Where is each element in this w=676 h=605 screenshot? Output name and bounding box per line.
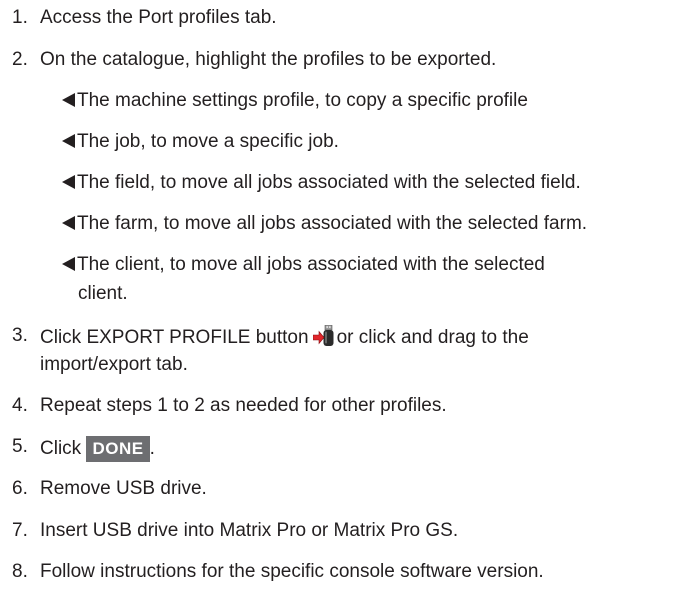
step-text-period: . — [149, 438, 155, 459]
step-text: Follow instructions for the specific con… — [40, 561, 544, 582]
sub-item-text: The client, to move all jobs associated … — [77, 254, 545, 275]
instruction-document: 1. Access the Port profiles tab. 2. On t… — [0, 0, 676, 605]
step-number: 8. — [12, 561, 28, 582]
left-arrow-icon — [62, 216, 75, 230]
step-number: 5. — [12, 436, 28, 457]
left-arrow-icon — [62, 93, 75, 107]
step-text: Click — [40, 438, 82, 459]
sub-item-text: The field, to move all jobs associated w… — [77, 172, 581, 193]
step-number: 4. — [12, 395, 28, 416]
step-text: On the catalogue, highlight the profiles… — [40, 49, 497, 70]
step-number: 7. — [12, 520, 28, 541]
step-number: 6. — [12, 478, 28, 499]
step-text: Repeat steps 1 to 2 as needed for other … — [40, 395, 447, 416]
sub-item-text: The job, to move a specific job. — [77, 131, 339, 152]
step-number: 1. — [12, 7, 28, 28]
step-number: 2. — [12, 49, 28, 70]
sub-item-text-line2: client. — [78, 283, 128, 304]
step-text: Remove USB drive. — [40, 478, 207, 499]
step-number: 3. — [12, 325, 28, 346]
sub-item-text: The farm, to move all jobs associated wi… — [77, 213, 588, 234]
step-text-line2: import/export tab. — [40, 354, 188, 375]
step-text-continued: or click and drag to the — [336, 327, 529, 348]
sub-item-text: The machine settings profile, to copy a … — [77, 90, 528, 111]
usb-export-icon[interactable] — [312, 324, 335, 353]
step-text: Access the Port profiles tab. — [40, 7, 277, 28]
left-arrow-icon — [62, 257, 75, 271]
left-arrow-icon — [62, 175, 75, 189]
step-text: Insert USB drive into Matrix Pro or Matr… — [40, 520, 459, 541]
done-button[interactable]: DONE — [86, 436, 150, 462]
left-arrow-icon — [62, 134, 75, 148]
step-text: Click EXPORT PROFILE button — [40, 327, 309, 348]
